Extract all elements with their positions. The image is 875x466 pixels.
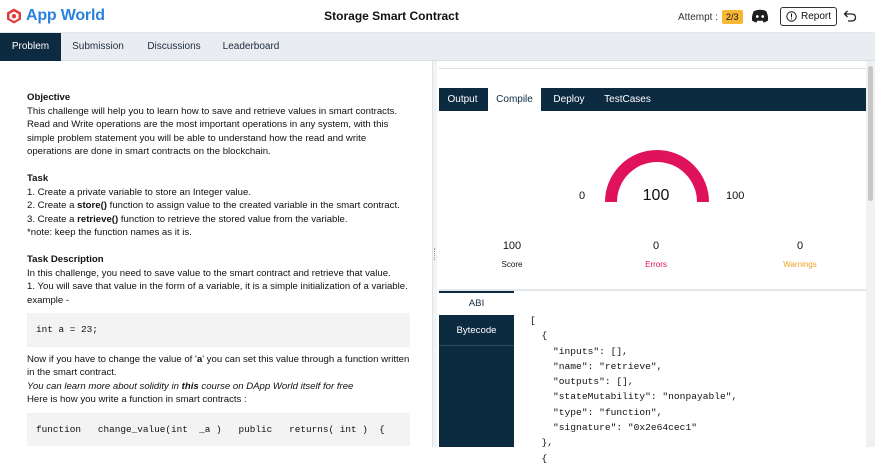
problem-tab-bar: Problem Submission Discussions Leaderboa… xyxy=(0,33,875,61)
tab-abi[interactable]: ABI xyxy=(439,293,514,315)
abi-line: "signature": "0x2e64cec1" xyxy=(530,422,697,434)
score-value: 100 xyxy=(502,240,522,252)
problem-statement: Objective This challenge will help you t… xyxy=(27,91,410,447)
discord-icon[interactable] xyxy=(751,9,769,23)
task-description-heading: Task Description xyxy=(27,254,104,265)
gauge-max: 100 xyxy=(726,190,745,202)
page-title: Storage Smart Contract xyxy=(324,9,459,23)
code-example-1: int a = 23; xyxy=(27,313,410,347)
tab-leaderboard[interactable]: Leaderboard xyxy=(218,33,284,61)
objective-heading: Objective xyxy=(27,92,71,103)
desc-line-1: In this challenge, you need to save valu… xyxy=(27,267,391,279)
abi-line: { xyxy=(530,330,548,342)
problem-panel: Objective This challenge will help you t… xyxy=(0,61,432,447)
top-bar: App World Storage Smart Contract Attempt… xyxy=(0,0,875,33)
attempt-badge: 2/3 xyxy=(722,10,743,24)
desc-line-6: Here is how you write a function in smar… xyxy=(27,394,247,405)
gauge-min: 0 xyxy=(579,190,586,202)
code-example-2: function change_value(int _a ) public re… xyxy=(27,412,410,446)
errors-value: 0 xyxy=(652,240,660,252)
report-button[interactable]: Report xyxy=(780,7,838,26)
abi-line: { xyxy=(530,452,548,464)
editor-area-bottom xyxy=(439,61,866,69)
desc-line-2: 1. You will save that value in the form … xyxy=(27,281,408,292)
abi-line: }, xyxy=(530,437,554,449)
abi-tab-divider xyxy=(439,345,514,346)
errors-label: Errors xyxy=(645,260,667,269)
attempt-label: Attempt : xyxy=(678,11,719,23)
tab-compile[interactable]: Compile xyxy=(488,88,541,111)
alert-circle-icon xyxy=(786,11,797,22)
gauge-value: 100 xyxy=(642,187,670,204)
desc-line-4: Now if you have to change the value of '… xyxy=(27,353,410,379)
report-label: Report xyxy=(801,11,832,22)
warnings-label: Warnings xyxy=(783,260,817,269)
score-label: Score xyxy=(501,260,523,269)
abi-line: "inputs": [], xyxy=(530,345,628,357)
resizer-grip-icon xyxy=(434,248,435,260)
task-item-3: 3. Create a retrieve() function to retri… xyxy=(27,213,348,225)
tab-deploy[interactable]: Deploy xyxy=(544,88,594,111)
task-heading: Task xyxy=(27,173,49,184)
scrollbar-thumb[interactable] xyxy=(868,66,873,201)
task-note: *note: keep the function names as it is. xyxy=(27,227,192,238)
task-item-2: 2. Create a store() function to assign v… xyxy=(27,200,400,211)
warnings-value: 0 xyxy=(796,240,804,252)
task-item-1: 1. Create a private variable to store an… xyxy=(27,186,251,198)
abi-line: "outputs": [], xyxy=(530,376,634,388)
tab-bytecode[interactable]: Bytecode xyxy=(439,320,514,342)
abi-line: "name": "retrieve", xyxy=(530,360,663,372)
tab-submission[interactable]: Submission xyxy=(66,33,130,61)
abi-line: [ xyxy=(530,315,536,326)
tab-discussions[interactable]: Discussions xyxy=(140,33,208,61)
undo-icon[interactable] xyxy=(843,9,857,23)
abi-json-view: [ { "inputs": [], "name": "retrieve", "o… xyxy=(530,313,737,466)
tab-output[interactable]: Output xyxy=(439,88,486,111)
tab-problem[interactable]: Problem xyxy=(0,33,61,61)
desc-line-5: You can learn more about solidity in thi… xyxy=(27,380,354,392)
tab-testcases[interactable]: TestCases xyxy=(599,88,656,111)
objective-text: This challenge will help you to learn ho… xyxy=(27,105,398,158)
result-tab-bar: Output Compile Deploy TestCases xyxy=(439,88,866,111)
attempt-indicator: Attempt : 2/3 xyxy=(678,10,743,24)
abi-line: "stateMutability": "nonpayable", xyxy=(530,391,738,403)
desc-line-3: example - xyxy=(27,294,70,306)
abi-line: "type": "function", xyxy=(530,406,663,418)
